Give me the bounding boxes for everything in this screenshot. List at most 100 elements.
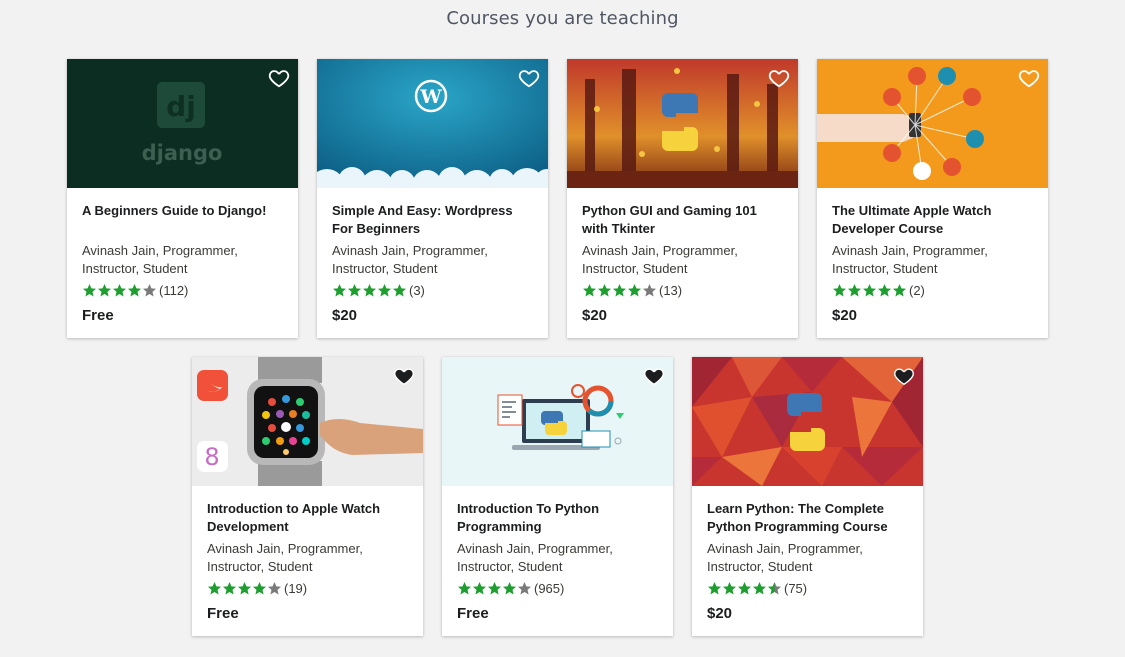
wordpress-thumbnail-image: W: [317, 59, 548, 188]
course-card[interactable]: Python GUI and Gaming 101 with Tkinter A…: [567, 59, 798, 338]
course-rating: (19): [207, 580, 408, 596]
star-icon: [738, 581, 751, 594]
course-title[interactable]: The Ultimate Apple Watch Developer Cours…: [832, 202, 1033, 240]
course-title[interactable]: Introduction to Apple Watch Development: [207, 500, 408, 538]
python-forest-thumbnail-image: [567, 59, 798, 188]
python-laptop-thumbnail-image: [442, 357, 673, 486]
star-icon: [348, 283, 361, 296]
course-instructor: Avinash Jain, Programmer, Instructor, St…: [457, 541, 613, 574]
star-icon: [393, 283, 406, 296]
rating-count: (13): [659, 282, 683, 298]
star-icon: [643, 283, 656, 296]
star-icon: [473, 581, 486, 594]
rating-count: (19): [284, 580, 308, 596]
star-icon: [723, 581, 736, 594]
course-title[interactable]: Python GUI and Gaming 101 with Tkinter: [582, 202, 783, 240]
course-thumbnail[interactable]: 8: [192, 357, 423, 486]
apple-watch-hand-thumbnail-image: 8: [192, 357, 423, 486]
django-thumbnail-image: dj django: [67, 59, 298, 188]
course-card[interactable]: 8 Introduction to Apple Watch Developmen…: [192, 357, 423, 636]
course-price: Free: [207, 605, 239, 622]
svg-text:dj: dj: [166, 90, 196, 123]
star-icon: [253, 581, 266, 594]
star-icon: [83, 283, 96, 296]
star-icon: [488, 581, 501, 594]
star-icon: [613, 283, 626, 296]
course-card[interactable]: dj django A Beginners Guide to Django! A…: [67, 59, 298, 338]
wishlist-heart-icon[interactable]: [393, 365, 415, 387]
star-icon: [863, 283, 876, 296]
course-price: $20: [582, 307, 608, 324]
star-icon: [628, 283, 641, 296]
star-icon: [878, 283, 891, 296]
star-icon: [128, 283, 141, 296]
python-red-thumbnail-image: [692, 357, 923, 486]
course-price: Free: [457, 605, 489, 622]
course-price: $20: [707, 605, 733, 622]
wishlist-heart-icon[interactable]: [268, 67, 290, 89]
course-rating: (112): [82, 282, 283, 298]
course-card[interactable]: Learn Python: The Complete Python Progra…: [692, 357, 923, 636]
course-price: $20: [832, 307, 858, 324]
course-card[interactable]: W Simple And Easy: Wordpress For Beginne…: [317, 59, 548, 338]
star-icon: [363, 283, 376, 296]
course-thumbnail[interactable]: [442, 357, 673, 486]
course-card[interactable]: Introduction To Python Programming Avina…: [442, 357, 673, 636]
rating-count: (965): [534, 580, 565, 596]
svg-text:django: django: [142, 141, 223, 165]
course-thumbnail[interactable]: [692, 357, 923, 486]
svg-text:8: 8: [204, 443, 219, 471]
wishlist-heart-icon[interactable]: [1018, 67, 1040, 89]
course-rating: (75): [707, 580, 908, 596]
star-icon: [113, 283, 126, 296]
course-card[interactable]: The Ultimate Apple Watch Developer Cours…: [817, 59, 1048, 338]
star-icon: [208, 581, 221, 594]
course-rating: (2): [832, 282, 1033, 298]
course-instructor: Avinash Jain, Programmer, Instructor, St…: [332, 243, 488, 276]
course-thumbnail[interactable]: W: [317, 59, 548, 188]
svg-text:W: W: [419, 86, 442, 108]
star-icon: [268, 581, 281, 594]
star-icon: [848, 283, 861, 296]
star-icon: [753, 581, 766, 594]
course-rating: (3): [332, 282, 533, 298]
course-price: $20: [332, 307, 358, 324]
star-icon: [893, 283, 906, 296]
star-icon: [708, 581, 721, 594]
rating-count: (112): [159, 282, 189, 298]
star-icon: [223, 581, 236, 594]
wishlist-heart-icon[interactable]: [768, 67, 790, 89]
rating-count: (75): [784, 580, 808, 596]
course-thumbnail[interactable]: [567, 59, 798, 188]
star-icon: [503, 581, 516, 594]
star-icon: [98, 283, 111, 296]
star-icon: [518, 581, 531, 594]
course-rating: (13): [582, 282, 783, 298]
course-title[interactable]: Simple And Easy: Wordpress For Beginners: [332, 202, 533, 240]
star-icon: [378, 283, 391, 296]
course-title[interactable]: Learn Python: The Complete Python Progra…: [707, 500, 908, 538]
star-icon: [143, 283, 156, 296]
course-title[interactable]: A Beginners Guide to Django!: [82, 202, 283, 240]
wishlist-heart-icon[interactable]: [643, 365, 665, 387]
star-icon: [583, 283, 596, 296]
star-icon: [833, 283, 846, 296]
course-title[interactable]: Introduction To Python Programming: [457, 500, 658, 538]
star-icon: [333, 283, 346, 296]
star-icon: [768, 581, 781, 594]
star-icon: [598, 283, 611, 296]
course-instructor: Avinash Jain, Programmer, Instructor, St…: [207, 541, 363, 574]
course-thumbnail[interactable]: dj django: [67, 59, 298, 188]
star-icon: [458, 581, 471, 594]
rating-count: (3): [409, 282, 425, 298]
course-rating: (965): [457, 580, 658, 596]
course-thumbnail[interactable]: [817, 59, 1048, 188]
course-instructor: Avinash Jain, Programmer, Instructor, St…: [832, 243, 988, 276]
course-instructor: Avinash Jain, Programmer, Instructor, St…: [707, 541, 863, 574]
course-price: Free: [82, 307, 114, 324]
apple-watch-orange-thumbnail-image: [817, 59, 1048, 188]
wishlist-heart-icon[interactable]: [518, 67, 540, 89]
wishlist-heart-icon[interactable]: [893, 365, 915, 387]
page-title: Courses you are teaching: [446, 8, 679, 29]
rating-count: (2): [909, 282, 925, 298]
